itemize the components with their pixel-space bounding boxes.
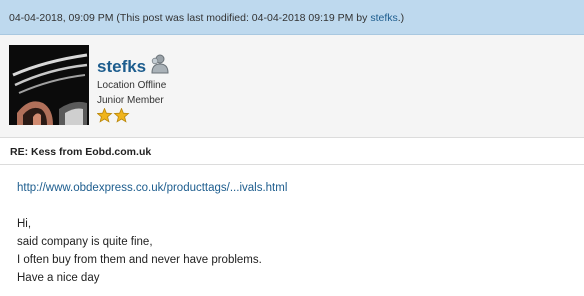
post-modified-prefix: (This post was last modified: 04-04-2018… [116,12,371,24]
rank-stars [96,107,131,128]
star-icon [113,107,130,123]
car-headlight-avatar-icon [9,45,89,125]
body-line: Hi, [17,218,32,230]
status-text: Location Offline [97,80,167,91]
avatar[interactable] [9,45,89,125]
offline-user-icon [149,54,171,79]
post-subject: RE: Kess from Eobd.com.uk [10,146,152,158]
post-modified-suffix: .) [397,12,405,24]
author-panel: stefks Location Offline Junior Member [0,35,584,138]
post-date-line: 04-04-2018, 09:09 PM (This post was last… [9,12,404,24]
post-modified-by-link[interactable]: stefks [370,12,397,24]
body-line: I often buy from them and never have pro… [17,254,262,266]
post-header: 04-04-2018, 09:09 PM (This post was last… [0,0,584,35]
body-line: Have a nice day [17,272,100,284]
divider [0,164,584,165]
body-line: said company is quite fine, [17,236,153,248]
username-link[interactable]: stefks [97,57,146,77]
user-rank: Junior Member [97,95,164,106]
post-date: 04-04-2018, 09:09 PM [9,12,114,24]
star-icon [96,107,113,123]
post-body-link[interactable]: http://www.obdexpress.co.uk/producttags/… [17,182,287,194]
